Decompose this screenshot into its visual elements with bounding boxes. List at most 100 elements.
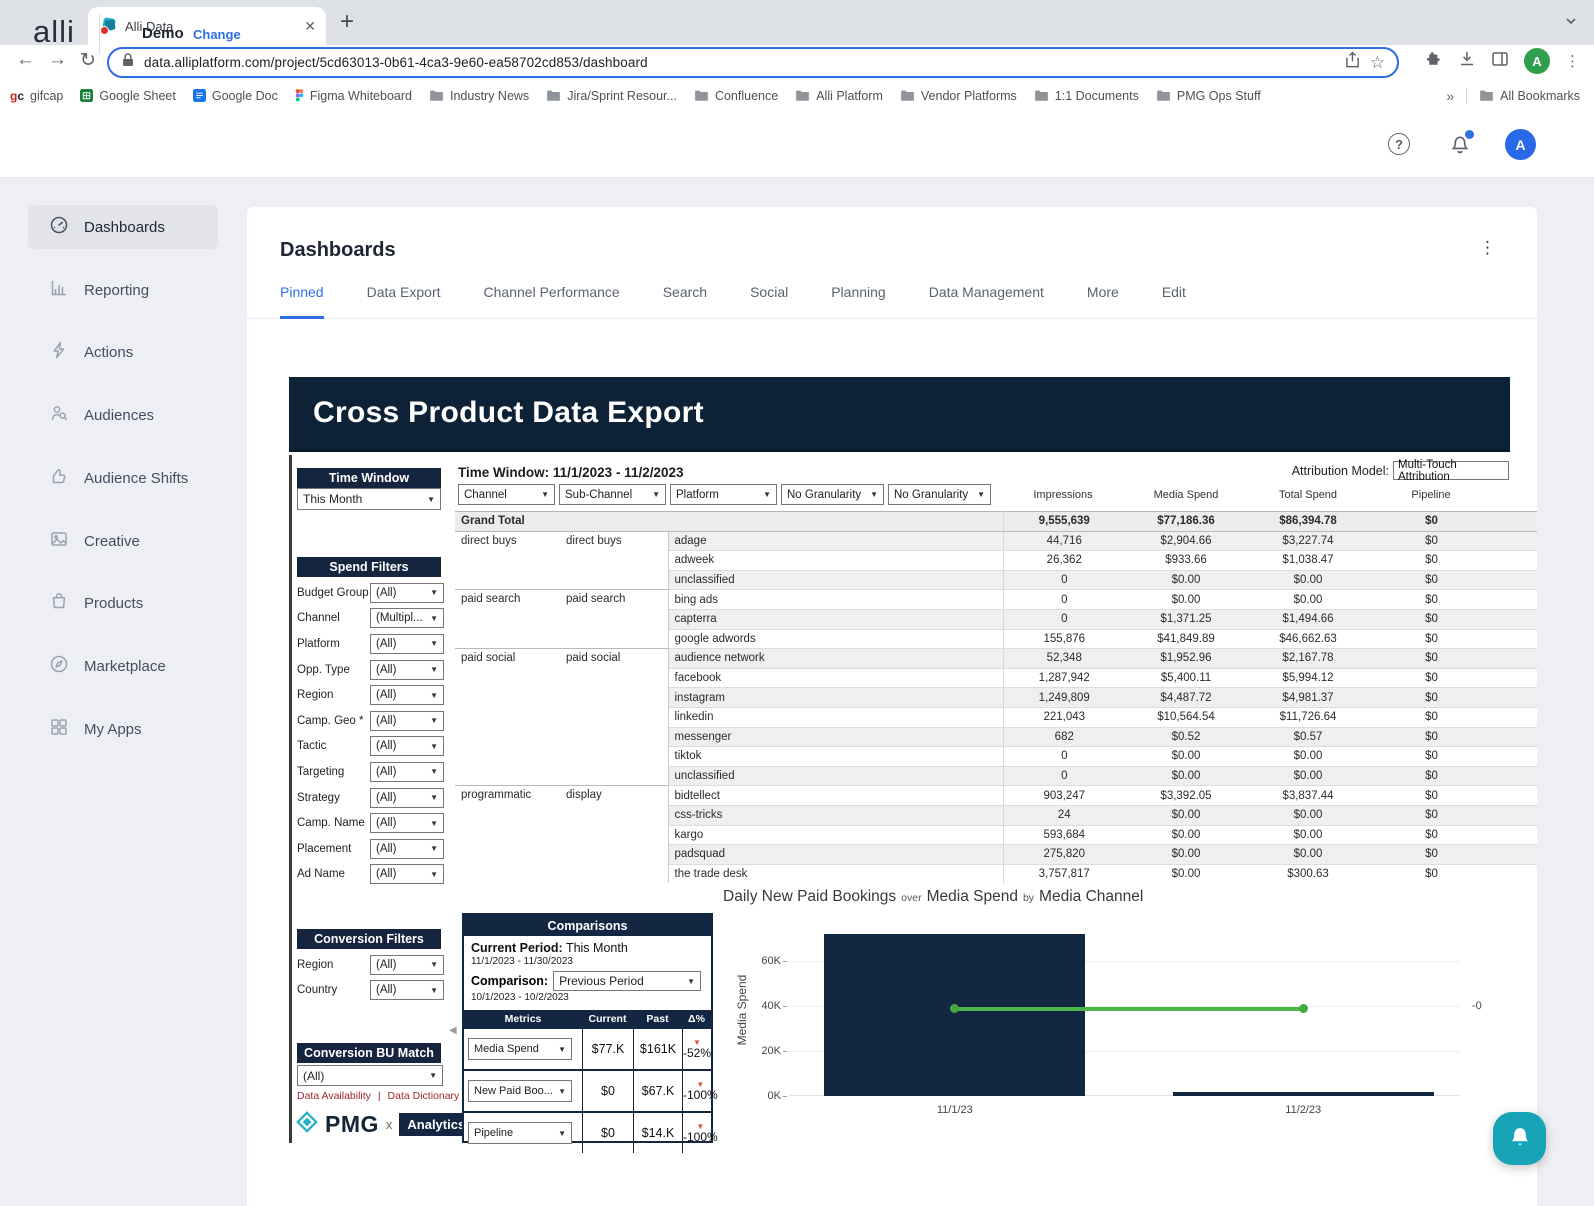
extensions-puzzle-icon[interactable] xyxy=(1425,50,1443,73)
conversion-bu-match-dropdown[interactable]: (All)▼ xyxy=(297,1065,443,1086)
time-window-dropdown[interactable]: This Month▼ xyxy=(297,488,441,510)
filter-dropdown[interactable]: (All)▼ xyxy=(370,864,444,884)
bookmark-star-icon[interactable]: ☆ xyxy=(1370,53,1385,73)
tab-strip-chevron-down-icon[interactable] xyxy=(1564,14,1578,33)
tab-search[interactable]: Search xyxy=(663,284,707,318)
column-dropdown[interactable]: No Granularity▼ xyxy=(888,484,991,505)
comparisons-panel: Comparisons Current Period: This Month 1… xyxy=(462,913,713,1143)
screen: Alli Data ✕ + ← → ↻ data.alliplatform.co… xyxy=(0,0,1594,1206)
filter-dropdown[interactable]: (All)▼ xyxy=(370,660,444,680)
bookmark-item[interactable]: 1:1 Documents xyxy=(1034,89,1139,103)
sidebar-item-my-apps[interactable]: My Apps xyxy=(28,707,218,751)
page-menu-icon[interactable]: ⋮ xyxy=(1479,238,1497,258)
share-icon[interactable] xyxy=(1344,51,1361,74)
filter-dropdown[interactable]: (All)▼ xyxy=(370,980,444,1000)
sidebar-item-audience-shifts[interactable]: Audience Shifts xyxy=(28,456,218,500)
column-dropdown[interactable]: Platform▼ xyxy=(670,484,777,505)
tab-pinned[interactable]: Pinned xyxy=(280,284,324,319)
filter-value: (All) xyxy=(376,587,396,599)
tab-close-icon[interactable]: ✕ xyxy=(304,18,316,35)
panel-collapse-icon[interactable]: ◀ xyxy=(449,1025,457,1036)
sidebar-item-products[interactable]: Products xyxy=(28,581,218,625)
notifications-bell-icon[interactable] xyxy=(1449,131,1473,157)
sidebar-item-actions[interactable]: Actions xyxy=(28,330,218,374)
column-dropdown[interactable]: Sub-Channel▼ xyxy=(559,484,666,505)
sidebar-item-creative[interactable]: Creative xyxy=(28,519,218,563)
chart-line[interactable] xyxy=(955,1007,1303,1011)
bookmark-item[interactable]: Figma Whiteboard xyxy=(295,89,412,103)
bookmark-item[interactable]: gcgifcap xyxy=(10,89,63,103)
bookmark-item[interactable]: Industry News xyxy=(429,89,529,103)
tab-data-export[interactable]: Data Export xyxy=(367,284,441,318)
chart-title-part: Daily New Paid Bookings xyxy=(723,888,896,905)
filter-dropdown[interactable]: (All)▼ xyxy=(370,762,444,782)
browser-profile-avatar[interactable]: A xyxy=(1524,48,1550,74)
back-button[interactable]: ← xyxy=(16,49,35,71)
filter-dropdown[interactable]: (All)▼ xyxy=(370,736,444,756)
tab-data-management[interactable]: Data Management xyxy=(929,284,1044,318)
metric-dropdown[interactable]: New Paid Boo...▼ xyxy=(468,1080,572,1102)
reload-button[interactable]: ↻ xyxy=(80,49,96,72)
browser-menu-icon[interactable]: ⋮ xyxy=(1565,52,1580,70)
filter-dropdown[interactable]: (All)▼ xyxy=(370,685,444,705)
tab-social[interactable]: Social xyxy=(750,284,788,318)
sidebar-item-marketplace[interactable]: Marketplace xyxy=(28,644,218,688)
filter-dropdown[interactable]: (All)▼ xyxy=(370,839,444,859)
filter-dropdown[interactable]: (Multipl...▼ xyxy=(370,608,444,628)
sheet-icon xyxy=(80,89,93,102)
column-dropdown-value: Channel xyxy=(464,489,507,501)
tab-edit[interactable]: Edit xyxy=(1162,284,1186,318)
tab-more[interactable]: More xyxy=(1087,284,1119,318)
value-cell: $10,564.54 xyxy=(1125,707,1247,727)
change-project-link[interactable]: Change xyxy=(193,27,241,42)
value-cell: $1,371.25 xyxy=(1125,609,1247,629)
sidebar-item-audiences[interactable]: Audiences xyxy=(28,393,218,437)
filter-dropdown[interactable]: (All)▼ xyxy=(370,813,444,833)
filter-dropdown[interactable]: (All)▼ xyxy=(370,711,444,731)
user-avatar[interactable]: A xyxy=(1505,129,1536,160)
bookmark-item[interactable]: Jira/Sprint Resour... xyxy=(546,89,677,103)
chart-bar[interactable] xyxy=(824,934,1085,1096)
bookmark-item[interactable]: Google Sheet xyxy=(80,89,175,103)
download-icon[interactable] xyxy=(1458,50,1476,73)
data-dictionary-link[interactable]: Data Dictionary * xyxy=(388,1090,467,1102)
metric-dropdown[interactable]: Pipeline▼ xyxy=(468,1122,572,1144)
filter-dropdown[interactable]: (All)▼ xyxy=(370,788,444,808)
help-icon[interactable]: ? xyxy=(1388,133,1410,155)
bookmarks-overflow-chevron[interactable]: » xyxy=(1446,88,1454,104)
data-availability-link[interactable]: Data Availability xyxy=(297,1090,371,1102)
column-dropdown-value: No Granularity xyxy=(787,489,861,501)
url-bar[interactable]: data.alliplatform.com/project/5cd63013-0… xyxy=(107,47,1399,78)
bookmark-item[interactable]: Vendor Platforms xyxy=(900,89,1017,103)
column-dropdown[interactable]: Channel▼ xyxy=(458,484,555,505)
bookmark-item[interactable]: PMG Ops Stuff xyxy=(1156,89,1261,103)
column-dropdown[interactable]: No Granularity▼ xyxy=(781,484,884,505)
forward-button[interactable]: → xyxy=(48,49,67,71)
value-cell: $0 xyxy=(1369,845,1494,865)
metric-dropdown[interactable]: Media Spend▼ xyxy=(468,1038,572,1060)
value-cell: $5,994.12 xyxy=(1247,668,1369,688)
bookmark-item[interactable]: Alli Platform xyxy=(795,89,883,103)
chart-line-point[interactable] xyxy=(1299,1004,1308,1013)
attribution-model-dropdown[interactable]: Multi-Touch Attribution xyxy=(1393,461,1509,480)
tab-channel-performance[interactable]: Channel Performance xyxy=(484,284,620,318)
sidebar-item-reporting[interactable]: Reporting xyxy=(28,268,218,312)
new-tab-button[interactable]: + xyxy=(340,8,354,36)
filter-dropdown[interactable]: (All)▼ xyxy=(370,955,444,975)
all-bookmarks-button[interactable]: All Bookmarks xyxy=(1479,89,1580,103)
bookmark-item[interactable]: Google Doc xyxy=(193,89,278,103)
filter-dropdown[interactable]: (All)▼ xyxy=(370,634,444,654)
comparison-dropdown[interactable]: Previous Period▼ xyxy=(553,971,701,991)
value-cell: $46,662.63 xyxy=(1247,629,1369,649)
side-panel-icon[interactable] xyxy=(1491,50,1509,73)
chat-fab-button[interactable] xyxy=(1493,1112,1546,1165)
bookmark-item[interactable]: Confluence xyxy=(694,89,778,103)
column-dropdown-value: Platform xyxy=(676,489,719,501)
tab-planning[interactable]: Planning xyxy=(831,284,886,318)
platform-cell: messenger xyxy=(668,727,1003,747)
chart-bar[interactable] xyxy=(1173,1092,1434,1097)
alli-logo[interactable]: alli xyxy=(33,14,75,50)
filter-dropdown[interactable]: (All)▼ xyxy=(370,583,444,603)
comparisons-column-header: Metrics xyxy=(464,1010,582,1027)
sidebar-item-dashboards[interactable]: Dashboards xyxy=(28,205,218,249)
